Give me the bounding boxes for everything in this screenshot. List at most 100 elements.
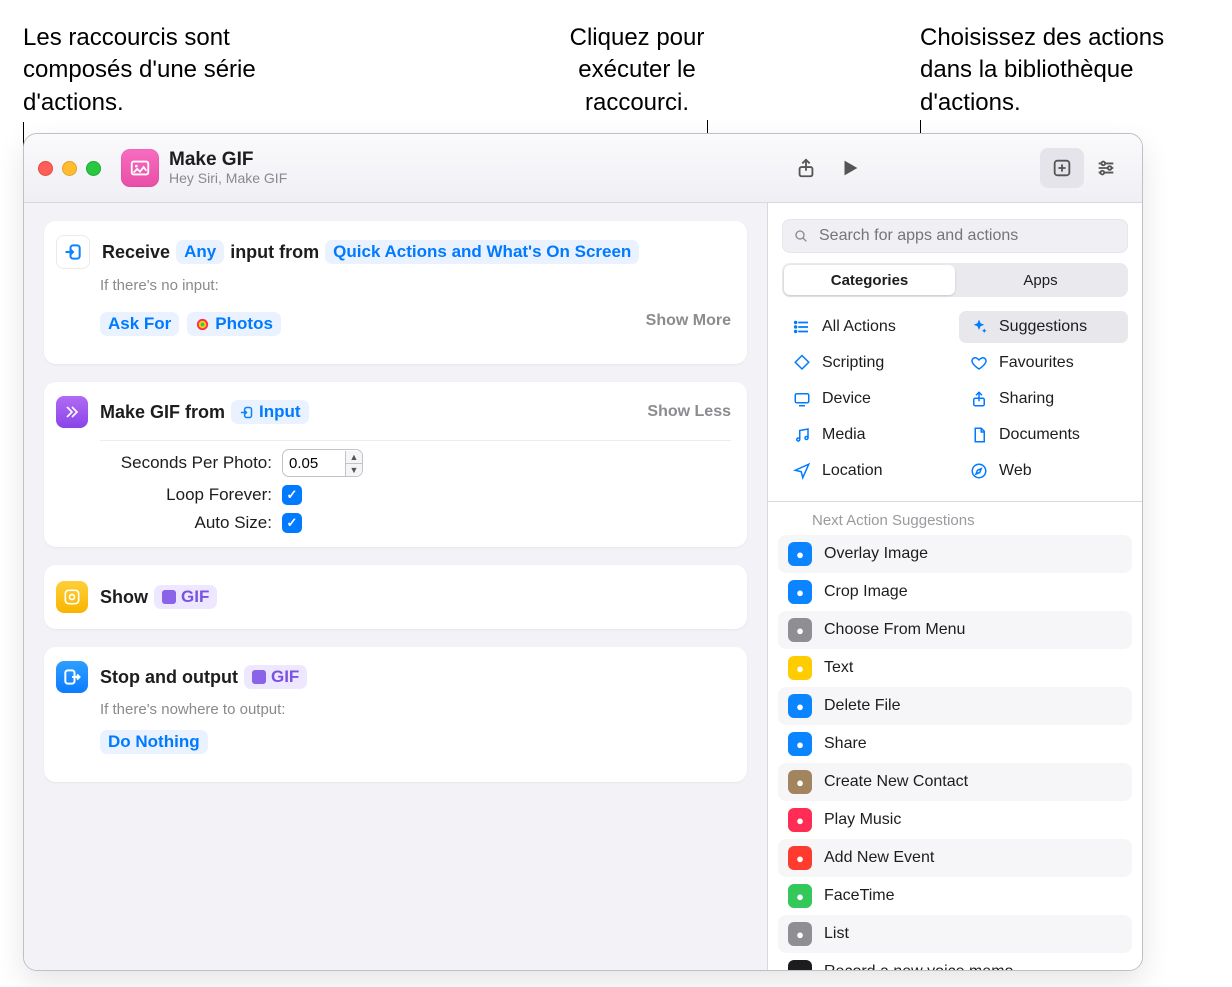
safari-icon <box>969 461 989 481</box>
cat-location[interactable]: Location <box>782 455 951 487</box>
text: Input <box>259 402 301 422</box>
show-less-button[interactable]: Show Less <box>647 403 731 421</box>
suggestion-label: List <box>824 925 849 943</box>
action-receive-input[interactable]: Receive Any input from Quick Actions and… <box>44 221 747 364</box>
suggestion-row[interactable]: ●FaceTime <box>778 877 1132 915</box>
suggestion-label: Text <box>824 659 853 677</box>
cat-device[interactable]: Device <box>782 383 951 415</box>
stepper-up[interactable]: ▲ <box>346 451 362 464</box>
cat-sharing[interactable]: Sharing <box>959 383 1128 415</box>
suggestion-row[interactable]: ●Record a new voice memo <box>778 953 1132 970</box>
cat-all-actions[interactable]: All Actions <box>782 311 951 343</box>
document-icon <box>969 425 989 445</box>
suggestion-row[interactable]: ●Delete File <box>778 687 1132 725</box>
row-loop-forever: Loop Forever: ✓ <box>44 477 747 505</box>
callout-run: Cliquez pour exécuter le raccourci. <box>537 22 737 119</box>
suggestion-row[interactable]: ●Play Music <box>778 801 1132 839</box>
search-input[interactable] <box>817 226 1117 246</box>
label: Scripting <box>822 354 884 372</box>
seg-apps[interactable]: Apps <box>955 265 1126 295</box>
suggestion-row[interactable]: ● Crop Image <box>778 573 1132 611</box>
suggestion-row[interactable]: ●Overlay Image <box>778 535 1132 573</box>
token-photos[interactable]: Photos <box>187 312 281 336</box>
action-summary: Receive Any input from Quick Actions and… <box>102 240 731 264</box>
app-icon: ● <box>788 580 812 604</box>
suggestion-row[interactable]: ●Text <box>778 649 1132 687</box>
stepper-down[interactable]: ▼ <box>346 464 362 476</box>
run-button[interactable] <box>828 148 872 188</box>
suggestion-row[interactable]: ● List <box>778 915 1132 953</box>
loop-forever-checkbox[interactable]: ✓ <box>282 485 302 505</box>
shortcut-title[interactable]: Make GIF <box>169 150 287 171</box>
cat-favourites[interactable]: Favourites <box>959 347 1128 379</box>
heart-icon <box>969 353 989 373</box>
suggestion-row[interactable]: ●Choose From Menu <box>778 611 1132 649</box>
callout-text: Choisissez des actions dans la bibliothè… <box>920 24 1164 116</box>
cat-suggestions[interactable]: Suggestions <box>959 311 1128 343</box>
close-window-button[interactable] <box>38 161 53 176</box>
seconds-stepper[interactable]: ▲ ▼ <box>282 449 363 477</box>
seg-categories[interactable]: Categories <box>784 265 955 295</box>
token-do-nothing[interactable]: Do Nothing <box>100 730 208 754</box>
app-icon: ● <box>788 922 812 946</box>
quicklook-icon <box>56 581 88 613</box>
action-stop-output[interactable]: Stop and output GIF If there's nowhere t… <box>44 647 747 782</box>
editor-canvas[interactable]: Receive Any input from Quick Actions and… <box>24 203 768 970</box>
label: Media <box>822 426 866 444</box>
cat-web[interactable]: Web <box>959 455 1128 487</box>
output-icon <box>56 661 88 693</box>
label: Sharing <box>999 390 1054 408</box>
text: Photos <box>215 314 273 334</box>
action-show-result[interactable]: Show GIF <box>44 565 747 629</box>
callout-text: Cliquez pour exécuter le raccourci. <box>570 24 705 116</box>
action-make-gif[interactable]: Make GIF from Input Show Less Seconds Pe… <box>44 382 747 547</box>
cat-documents[interactable]: Documents <box>959 419 1128 451</box>
action-summary: Stop and output GIF <box>100 665 731 689</box>
callout-library: Choisissez des actions dans la bibliothè… <box>920 22 1220 119</box>
text: Show <box>100 587 148 608</box>
suggestion-row[interactable]: ●Share <box>778 725 1132 763</box>
label: All Actions <box>822 318 896 336</box>
zoom-window-button[interactable] <box>86 161 101 176</box>
location-icon <box>792 461 812 481</box>
suggestions-list[interactable]: ●Overlay Image●Crop Image●Choose From Me… <box>768 535 1142 970</box>
auto-size-checkbox[interactable]: ✓ <box>282 513 302 533</box>
app-icon: ● <box>788 846 812 870</box>
library-segmented-control[interactable]: Categories Apps <box>782 263 1128 297</box>
app-icon: ● <box>788 542 812 566</box>
suggestion-label: Crop Image <box>824 583 908 601</box>
nowhere-label: If there's nowhere to output: <box>44 701 747 730</box>
cat-scripting[interactable]: Scripting <box>782 347 951 379</box>
text: GIF <box>271 667 299 687</box>
label: Device <box>822 390 871 408</box>
token-any[interactable]: Any <box>176 240 224 264</box>
app-icon: ● <box>788 694 812 718</box>
suggestion-row[interactable]: ●Create New Contact <box>778 763 1132 801</box>
token-ask-for[interactable]: Ask For <box>100 312 179 336</box>
token-input[interactable]: Input <box>231 400 309 424</box>
siri-hint: Hey Siri, Make GIF <box>169 171 287 186</box>
share-button[interactable] <box>784 148 828 188</box>
text: GIF <box>181 587 209 607</box>
minimize-window-button[interactable] <box>62 161 77 176</box>
label: Location <box>822 462 883 480</box>
label: Web <box>999 462 1032 480</box>
app-icon: ● <box>788 884 812 908</box>
seconds-input[interactable] <box>283 455 345 472</box>
suggestion-row[interactable]: ●Add New Event <box>778 839 1132 877</box>
music-icon <box>792 425 812 445</box>
titlebar: Make GIF Hey Siri, Make GIF <box>24 134 1142 203</box>
token-gif[interactable]: GIF <box>154 585 217 609</box>
app-icon: ● <box>788 960 812 970</box>
token-source[interactable]: Quick Actions and What's On Screen <box>325 240 639 264</box>
gif-icon <box>56 396 88 428</box>
library-toggle-button[interactable] <box>1040 148 1084 188</box>
settings-button[interactable] <box>1084 148 1128 188</box>
title-stack: Make GIF Hey Siri, Make GIF <box>169 150 287 186</box>
token-gif[interactable]: GIF <box>244 665 307 689</box>
search-field[interactable] <box>782 219 1128 253</box>
text: input from <box>230 242 319 263</box>
cat-media[interactable]: Media <box>782 419 951 451</box>
row-auto-size: Auto Size: ✓ <box>44 505 747 533</box>
show-more-button[interactable]: Show More <box>646 312 731 330</box>
